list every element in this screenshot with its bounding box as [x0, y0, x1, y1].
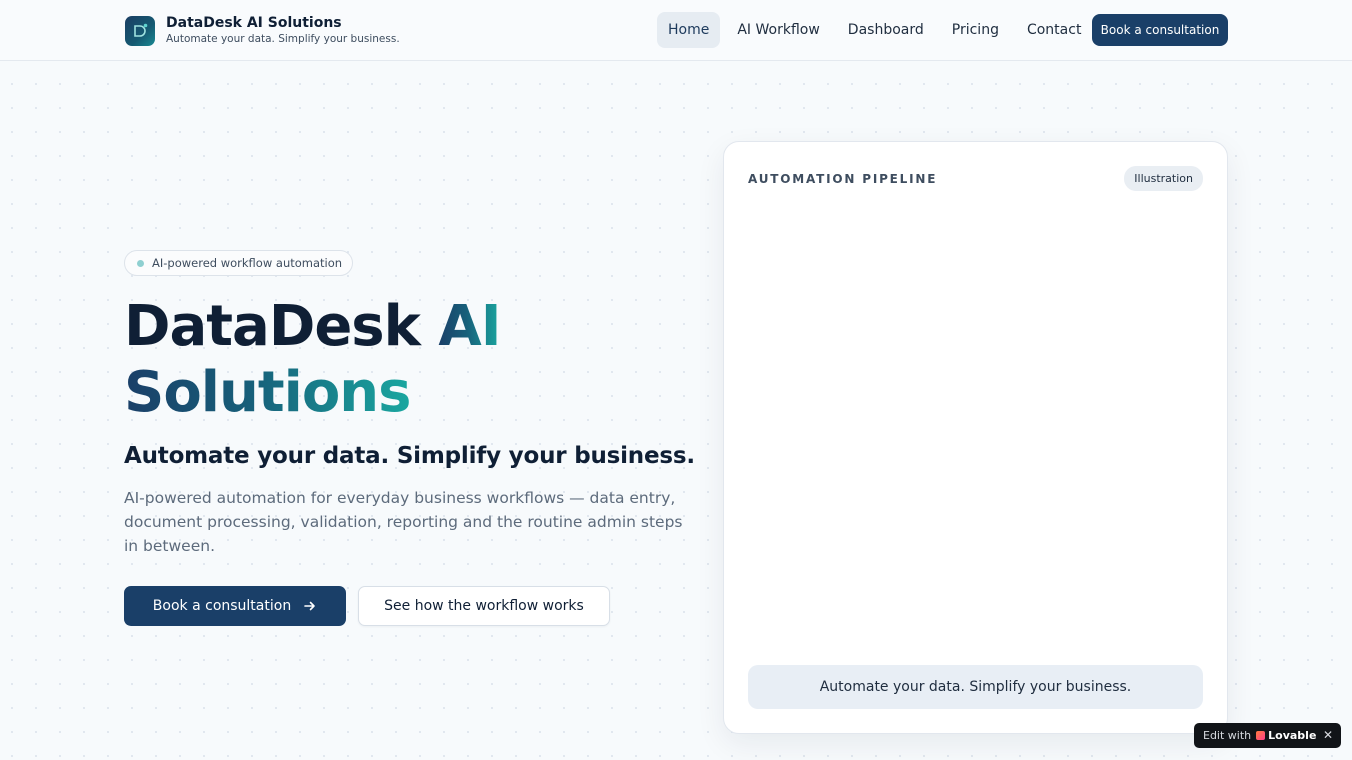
nav-ai-workflow[interactable]: AI Workflow	[726, 12, 830, 48]
hero-badge: AI-powered workflow automation	[124, 250, 353, 276]
nav-pricing[interactable]: Pricing	[941, 12, 1010, 48]
see-workflow-button[interactable]: See how the workflow works	[358, 586, 610, 626]
site-header: DataDesk AI Solutions Automate your data…	[0, 0, 1352, 61]
hero-title-accent-ai: AI	[438, 294, 501, 359]
edit-with-lovable-badge[interactable]: Edit with Lovable ✕	[1194, 723, 1341, 748]
brand[interactable]: DataDesk AI Solutions Automate your data…	[125, 15, 400, 46]
arrow-right-icon	[303, 599, 317, 613]
lovable-prefix: Edit with	[1203, 729, 1252, 742]
hero-badge-label: AI-powered workflow automation	[152, 256, 343, 270]
hero-title-main: DataDesk	[124, 294, 439, 359]
nav-contact[interactable]: Contact	[1016, 12, 1092, 48]
book-consultation-label: Book a consultation	[152, 598, 292, 614]
brand-logo-icon	[125, 15, 155, 46]
brand-name: DataDesk AI Solutions	[166, 15, 342, 31]
hero-title-accent-solutions: Solutions	[124, 360, 412, 425]
nav-home[interactable]: Home	[657, 12, 721, 48]
brand-tagline: Automate your data. Simplify your busine…	[166, 33, 400, 45]
badge-dot-icon	[137, 259, 144, 267]
close-icon[interactable]: ✕	[1323, 728, 1333, 742]
hero-description: AI-powered automation for everyday busin…	[124, 489, 683, 555]
lovable-brand: Lovable	[1268, 729, 1317, 742]
hero-title: DataDesk AI Solutions	[124, 294, 684, 426]
main-nav: Home AI Workflow Dashboard Pricing Conta…	[657, 12, 1098, 48]
card-title: AUTOMATION PIPELINE	[748, 172, 938, 186]
hero-subtitle: Automate your data. Simplify your busine…	[124, 443, 695, 469]
illustration-tag: Illustration	[1124, 166, 1203, 191]
header-book-consultation-button[interactable]: Book a consultation	[1092, 14, 1228, 46]
book-consultation-button[interactable]: Book a consultation	[124, 586, 346, 626]
nav-dashboard[interactable]: Dashboard	[837, 12, 935, 48]
card-footer-caption: Automate your data. Simplify your busine…	[748, 665, 1203, 709]
lovable-logo-icon	[1256, 731, 1266, 740]
automation-pipeline-card: AUTOMATION PIPELINE Illustration Automat…	[723, 141, 1228, 734]
